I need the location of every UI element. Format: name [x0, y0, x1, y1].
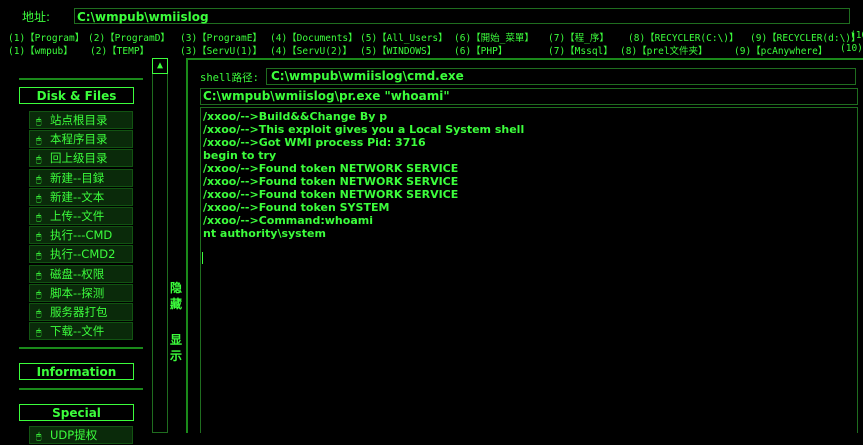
drive-shortcut-link[interactable]: (10): [840, 43, 863, 54]
divider: [19, 78, 143, 80]
sidebar-item-label: 下载--文件: [50, 324, 105, 339]
drive-shortcut-link[interactable]: (3)【ServU(1)】: [180, 43, 262, 57]
mouse-icon: 🖱: [36, 270, 42, 281]
drive-shortcut-link[interactable]: (4)【Documents】: [270, 30, 358, 44]
disk-files-button[interactable]: Disk & Files: [19, 87, 134, 104]
mouse-icon: 🖱: [36, 155, 42, 166]
output-line: /xxoo/-->Got WMI process Pid: 3716: [203, 136, 426, 149]
sidebar-item[interactable]: 🖱 服务器打包: [29, 303, 133, 321]
sidebar-item[interactable]: 🖱 执行--CMD2: [29, 245, 133, 264]
sidebar-item[interactable]: 🖱 新建--文本: [29, 187, 133, 206]
mouse-icon: 🖱: [36, 432, 42, 442]
sidebar-toggle-column: [152, 58, 168, 433]
drive-shortcut-link[interactable]: (5)【WINDOWS】: [360, 43, 436, 57]
drive-shortcut-link[interactable]: (6)【PHP】: [454, 43, 507, 57]
sidebar-item[interactable]: 🖱 新建--目録: [29, 168, 133, 187]
sidebar-item[interactable]: 🖱 回上级目录: [29, 149, 133, 168]
sidebar-item[interactable]: 🖱 上传--文件: [29, 207, 133, 225]
drive-shortcut-link[interactable]: (2)【ProgramD】: [88, 30, 170, 44]
sidebar-item-label: 本程序目录: [50, 132, 108, 147]
drive-shortcut-link[interactable]: (6)【開始_菜單】: [454, 30, 534, 44]
sidebar-item-label: UDP提权: [50, 428, 98, 442]
sidebar-item-label: 上传--文件: [50, 209, 105, 223]
sidebar-item-label: 新建--文本: [50, 189, 105, 204]
collapse-arrow-icon[interactable]: ▲: [152, 58, 168, 74]
output-line: /xxoo/-->This exploit gives you a Local …: [203, 123, 525, 136]
drive-shortcut-link[interactable]: (8)【RECYCLER(C:\)】: [628, 30, 739, 44]
sidebar-item-label: 回上级目录: [50, 151, 108, 166]
sidebar-item-label: 站点根目录: [50, 113, 108, 127]
output-line: begin to try: [203, 149, 277, 162]
divider: [186, 58, 188, 433]
output-line: /xxoo/-->Build&&Change By p: [203, 110, 388, 123]
hide-sidebar-toggle[interactable]: 隐藏: [166, 280, 186, 312]
sidebar: Disk & Files 🖱 站点根目录 🖱 本程序目录 🖱 回上级目录 🖱 新建--目録 🖱 新…: [0, 60, 150, 444]
drive-shortcut-link[interactable]: (10: [850, 30, 863, 41]
shell-path-label: shell路径:: [200, 72, 259, 84]
output-line: /xxoo/-->Command:whoami: [203, 214, 373, 227]
drive-shortcut-link[interactable]: (9)【RECYCLER(d:\)】: [750, 30, 861, 44]
sidebar-item-label: 磁盘--权限: [50, 266, 105, 281]
divider: [186, 58, 863, 60]
divider: [19, 388, 143, 390]
drive-shortcut-link[interactable]: (7)【程_序】: [548, 30, 609, 44]
output-line: nt authority\system: [203, 227, 326, 240]
output-line: /xxoo/-->Found token NETWORK SERVICE: [203, 175, 459, 188]
address-label: 地址:: [22, 10, 51, 24]
address-input[interactable]: C:\wmpub\wmiislog: [74, 8, 850, 24]
sidebar-item-udp[interactable]: 🖱 UDP提权: [29, 426, 133, 444]
drive-shortcut-link[interactable]: (7)【Mssql】: [548, 43, 613, 57]
sidebar-item[interactable]: 🖱 脚本--探测: [29, 283, 133, 302]
drive-shortcut-link[interactable]: (1)【Program】: [8, 30, 84, 44]
sidebar-item[interactable]: 🖱 下载--文件: [29, 322, 133, 341]
drive-shortcut-link[interactable]: (3)【ProgramE】: [180, 30, 262, 44]
drive-shortcut-link[interactable]: (8)【prel文件夹】: [620, 43, 708, 57]
information-button[interactable]: Information: [19, 363, 134, 380]
sidebar-item-label: 新建--目録: [50, 170, 105, 185]
mouse-icon: 🖱: [36, 232, 42, 243]
sidebar-item[interactable]: 🖱 磁盘--权限: [29, 264, 133, 283]
sidebar-item-label: 服务器打包: [50, 305, 108, 319]
divider: [19, 347, 143, 349]
command-input[interactable]: C:\wmpub\wmiislog\pr.exe "whoami": [200, 88, 858, 105]
mouse-icon: 🖱: [36, 251, 42, 262]
sidebar-item-label: 执行--CMD2: [50, 247, 116, 262]
shell-path-input[interactable]: C:\wmpub\wmiislog\cmd.exe: [266, 68, 856, 85]
mouse-icon: 🖱: [36, 193, 42, 204]
sidebar-item[interactable]: 🖱 本程序目录: [29, 130, 133, 149]
sidebar-item-label: 执行---CMD: [50, 228, 113, 243]
drive-shortcut-link[interactable]: (4)【ServU(2)】: [270, 43, 352, 57]
text-caret: [202, 252, 203, 264]
mouse-icon: 🖱: [36, 174, 42, 185]
sidebar-item[interactable]: 🖱 执行---CMD: [29, 226, 133, 245]
sidebar-item[interactable]: 🖱 站点根目录: [29, 111, 133, 129]
mouse-icon: 🖱: [36, 289, 42, 300]
mouse-icon: 🖱: [36, 309, 42, 319]
mouse-icon: 🖱: [36, 136, 42, 147]
mouse-icon: 🖱: [36, 328, 42, 339]
show-sidebar-toggle[interactable]: 显示: [166, 332, 186, 364]
mouse-icon: 🖱: [36, 117, 42, 127]
command-output[interactable]: /xxoo/-->Build&&Change By p/xxoo/-->This…: [200, 107, 858, 433]
drive-shortcut-link[interactable]: (5)【All_Users】: [360, 30, 448, 44]
output-line: /xxoo/-->Found token NETWORK SERVICE: [203, 188, 459, 201]
output-line: /xxoo/-->Found token SYSTEM: [203, 201, 390, 214]
mouse-icon: 🖱: [36, 213, 42, 223]
drive-shortcut-link[interactable]: (9)【pcAnywhere】: [734, 43, 827, 57]
drive-shortcut-link[interactable]: (1)【wmpub】: [8, 43, 73, 57]
drive-shortcut-link[interactable]: (2)【TEMP】: [90, 43, 149, 57]
output-line: /xxoo/-->Found token NETWORK SERVICE: [203, 162, 459, 175]
special-button[interactable]: Special: [19, 404, 134, 421]
sidebar-item-label: 脚本--探测: [50, 285, 105, 300]
